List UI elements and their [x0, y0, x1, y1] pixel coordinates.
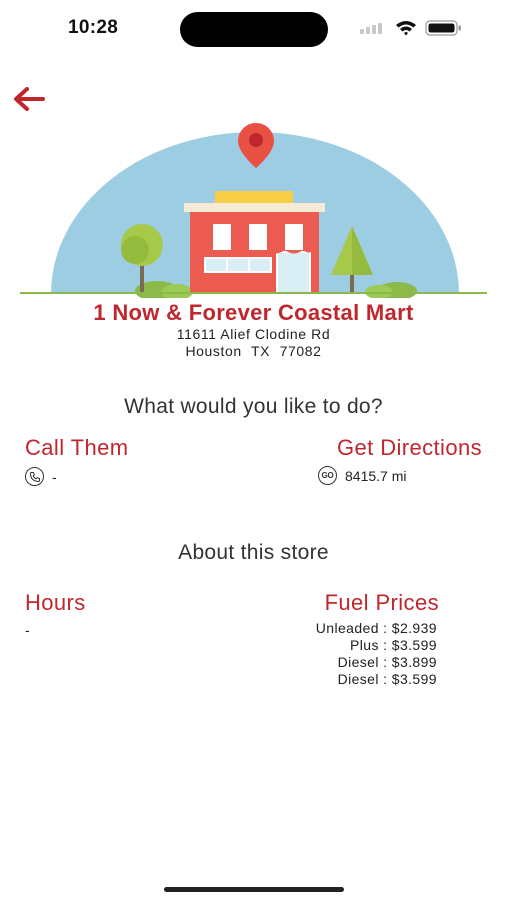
distance-value: 8415.7 mi — [345, 467, 407, 484]
status-icons — [360, 20, 461, 36]
call-them-button[interactable]: Call Them — [25, 435, 128, 461]
fuel-price-row: Diesel : $3.599 — [337, 671, 437, 687]
phone-row[interactable]: - — [25, 467, 57, 486]
phone-icon — [25, 467, 44, 486]
store-name: 1 Now & Forever Coastal Mart — [93, 300, 414, 325]
home-indicator[interactable] — [164, 887, 344, 892]
battery-icon — [425, 20, 461, 36]
store-illustration — [20, 123, 487, 298]
status-time: 10:28 — [68, 17, 119, 38]
address-line-1: 11611 Alief Clodine Rd — [176, 326, 331, 342]
signal-icon — [360, 23, 382, 34]
back-arrow-icon — [14, 87, 45, 111]
fuel-price-row: Unleaded : $2.939 — [315, 620, 437, 636]
fuel-price: $2.939 — [391, 620, 437, 636]
fuel-price-list: Unleaded : $2.939 Plus : $3.599 Diesel :… — [316, 620, 437, 688]
fuel-grade: Unleaded — [315, 620, 379, 636]
fuel-prices-label: Fuel Prices — [324, 590, 439, 615]
fuel-price: $3.899 — [391, 654, 437, 670]
about-heading: About this store — [178, 541, 329, 564]
dynamic-island — [180, 12, 328, 47]
fuel-grade: Diesel — [337, 671, 379, 687]
fuel-grade: Plus — [350, 637, 379, 653]
fuel-price-row: Diesel : $3.899 — [337, 654, 437, 670]
distance-row[interactable]: GO 8415.7 mi — [318, 466, 406, 485]
wifi-icon — [396, 21, 416, 36]
hours-value: - — [25, 622, 30, 638]
actions-heading: What would you like to do? — [124, 395, 383, 418]
address-line-2: Houston TX 77082 — [185, 343, 322, 359]
go-icon: GO — [318, 466, 337, 485]
fuel-price-row: Plus : $3.599 — [350, 637, 437, 653]
fuel-price: $3.599 — [391, 637, 437, 653]
phone-value: - — [52, 468, 57, 485]
fuel-price: $3.599 — [391, 671, 437, 687]
fuel-grade: Diesel — [337, 654, 379, 670]
back-button[interactable] — [10, 84, 50, 114]
hours-label: Hours — [25, 590, 86, 615]
get-directions-button[interactable]: Get Directions — [337, 435, 482, 461]
